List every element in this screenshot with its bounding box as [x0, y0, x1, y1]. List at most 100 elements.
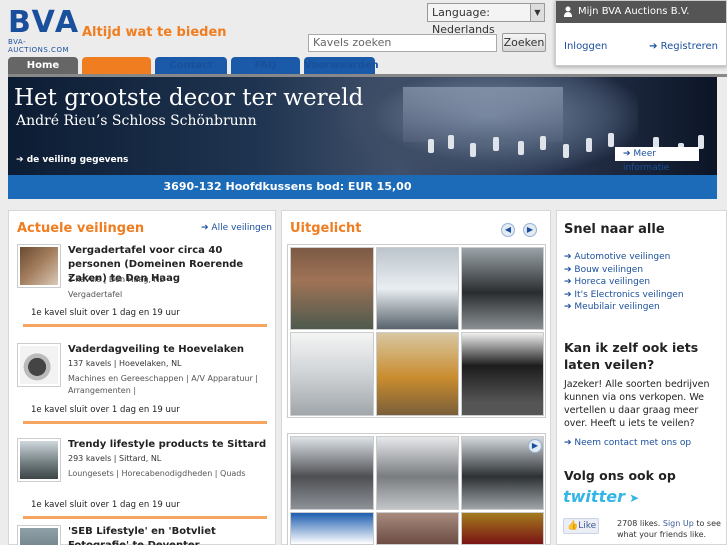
tab-home[interactable]: Home [8, 57, 78, 74]
arrow-right-icon: ➔ [564, 289, 575, 300]
lot-image[interactable] [376, 436, 459, 510]
auction-meta: 293 kavels | Sittard, NL [68, 454, 162, 463]
arrow-right-icon: ➔ [564, 252, 575, 262]
auction-thumbnail[interactable] [17, 244, 61, 288]
tab-contact[interactable]: Contact [155, 57, 227, 74]
tab-faq[interactable]: FAQ [231, 57, 300, 74]
search-button[interactable]: Zoeken [502, 33, 546, 52]
arrow-right-icon: ➔ [623, 149, 634, 159]
lot-image[interactable] [461, 512, 544, 545]
all-auctions-link[interactable]: ➔ Alle veilingen [201, 223, 272, 233]
current-auctions-panel: Actuele veilingen ➔ Alle veilingen Verga… [8, 210, 276, 545]
prev-arrow-icon[interactable]: ◀ [501, 223, 515, 237]
next-arrow-icon[interactable]: ▶ [523, 223, 537, 237]
search-input[interactable]: Kavels zoeken [308, 34, 497, 52]
quick-link-automotive[interactable]: ➔ Automotive veilingen [564, 251, 724, 264]
auction-item[interactable]: Vergadertafel voor circa 40 personen (Do… [17, 244, 269, 330]
auction-title[interactable]: 'SEB Lifestyle' en 'Botvliet Fotografie'… [68, 525, 268, 545]
quick-link-electronics[interactable]: ➔ It's Electronics veilingen [564, 289, 724, 302]
progress-line [23, 421, 267, 424]
quick-link-label: It's Electronics veilingen [574, 289, 684, 300]
auction-categories: Vergadertafel [68, 290, 123, 299]
auction-thumbnail[interactable] [17, 343, 61, 387]
auction-thumbnail[interactable] [17, 525, 61, 545]
tab-conditions[interactable]: Voorwaarden [304, 57, 379, 74]
login-link[interactable]: Inloggen [564, 41, 607, 52]
lot-image[interactable] [461, 247, 544, 330]
current-auctions-title: Actuele veilingen [17, 221, 145, 236]
quick-links-list: ➔ Automotive veilingen ➔ Bouw veilingen … [564, 251, 724, 314]
follow-us-title: Volg ons ook op [564, 468, 676, 483]
lot-image[interactable] [290, 332, 374, 416]
quick-link-furniture[interactable]: ➔ Meubilair veilingen [564, 301, 724, 314]
lot-image[interactable] [290, 436, 374, 510]
auction-meta: 1 kavels | Den Haag, NL [68, 275, 164, 284]
auction-details-label: de veiling gegevens [26, 155, 129, 165]
register-link[interactable]: ➔ Registreren [649, 41, 718, 52]
twitter-wordmark: twitter [563, 487, 625, 506]
auction-details-link[interactable]: ➔ de veiling gegevens [16, 155, 128, 165]
banner-title: Het grootste decor ter wereld [14, 85, 364, 111]
tab-all-auctions[interactable]: Alle veilingen [82, 57, 151, 88]
lot-bid-bar[interactable]: 3690-132 Hoofdkussens bod: EUR 15,00 [8, 175, 717, 199]
quick-link-label: Meubilair veilingen [574, 302, 660, 312]
auction-item[interactable]: Vaderdagveiling te Hoevelaken 137 kavels… [17, 343, 269, 429]
arrow-right-icon: ➔ [564, 438, 575, 448]
arrow-right-icon: ➔ [564, 277, 575, 287]
main-nav: Home Alle veilingen Contact FAQ Voorwaar… [8, 57, 379, 88]
chevron-down-icon: ▼ [530, 4, 544, 21]
auction-meta: 137 kavels | Hoevelaken, NL [68, 359, 182, 368]
account-box: Mijn BVA Auctions B.V. Inloggen ➔ Regist… [555, 0, 727, 66]
arrow-right-icon: ➔ [649, 41, 661, 52]
progress-line [23, 324, 267, 327]
quick-links-title: Snel naar alle [564, 222, 665, 237]
lot-image[interactable] [376, 332, 459, 416]
more-info-button[interactable]: ➔ Meer informatie [615, 147, 699, 173]
progress-line [23, 516, 267, 519]
auction-title[interactable]: Vaderdagveiling te Hoevelaken [68, 343, 268, 357]
auction-closing: 1e kavel sluit over 1 dag en 19 uur [31, 308, 180, 318]
likes-text: 2708 likes. Sign Up to see what your fri… [617, 518, 727, 540]
twitter-logo[interactable]: twitter ➤ [563, 487, 639, 506]
language-select[interactable]: Language: Nederlands ▼ [427, 3, 545, 36]
account-header[interactable]: Mijn BVA Auctions B.V. [556, 1, 726, 23]
featured-panel: Uitgelicht ◀ ▶ ▶ [281, 210, 551, 545]
quick-link-label: Bouw veilingen [574, 264, 644, 275]
quick-link-horeca[interactable]: ➔ Horeca veilingen [564, 276, 724, 289]
slogan: Altijd wat te bieden [82, 25, 227, 40]
lot-image[interactable] [376, 247, 459, 330]
auction-categories: Loungesets | Horecabenodigdheden | Quads [68, 469, 246, 478]
featured-title: Uitgelicht [290, 221, 362, 236]
quick-link-construction[interactable]: ➔ Bouw veilingen [564, 264, 724, 277]
auction-item[interactable]: 'SEB Lifestyle' en 'Botvliet Fotografie'… [17, 525, 269, 545]
auction-title[interactable]: Trendy lifestyle products te Sittard [68, 438, 268, 452]
contact-us-link[interactable]: ➔ Neem contact met ons op [564, 437, 691, 450]
lot-image[interactable] [461, 332, 544, 416]
lot-image[interactable] [376, 512, 459, 545]
lot-image[interactable] [290, 247, 374, 330]
auction-thumbnail[interactable] [17, 438, 61, 482]
all-auctions-label: Alle veilingen [211, 223, 272, 233]
featured-grid-2: ▶ [287, 433, 546, 545]
logo-text: BVA [8, 5, 81, 40]
auction-categories: Machines en Gereeschappen | A/V Apparatu… [68, 374, 258, 395]
bva-logo[interactable]: BVA BVA-AUCTIONS.COM [8, 5, 81, 55]
auction-closing: 1e kavel sluit over 1 dag en 19 uur [31, 405, 180, 415]
featured-grid-1 [287, 244, 546, 418]
signup-link[interactable]: Sign Up [663, 519, 694, 528]
lot-image[interactable] [290, 512, 374, 545]
account-name: Mijn BVA Auctions B.V. [578, 6, 690, 17]
facebook-like-button[interactable]: 👍Like [563, 518, 599, 534]
arrow-right-icon: ➔ [201, 223, 212, 233]
next-arrow-icon[interactable]: ▶ [528, 439, 542, 453]
register-label: Registreren [660, 41, 718, 52]
sell-question-text: Jazeker! Alle soorten bedrijven kunnen v… [564, 379, 710, 429]
palace-image [403, 87, 563, 142]
arrow-right-icon: ➔ [564, 264, 575, 275]
hero-banner[interactable]: Het grootste decor ter wereld André Rieu… [8, 77, 717, 199]
auction-item[interactable]: Trendy lifestyle products te Sittard 293… [17, 438, 269, 524]
likes-count: 2708 likes. [617, 519, 661, 528]
quick-link-label: Automotive veilingen [574, 252, 671, 262]
quick-link-label: Horeca veilingen [574, 277, 651, 287]
user-icon [564, 6, 572, 17]
